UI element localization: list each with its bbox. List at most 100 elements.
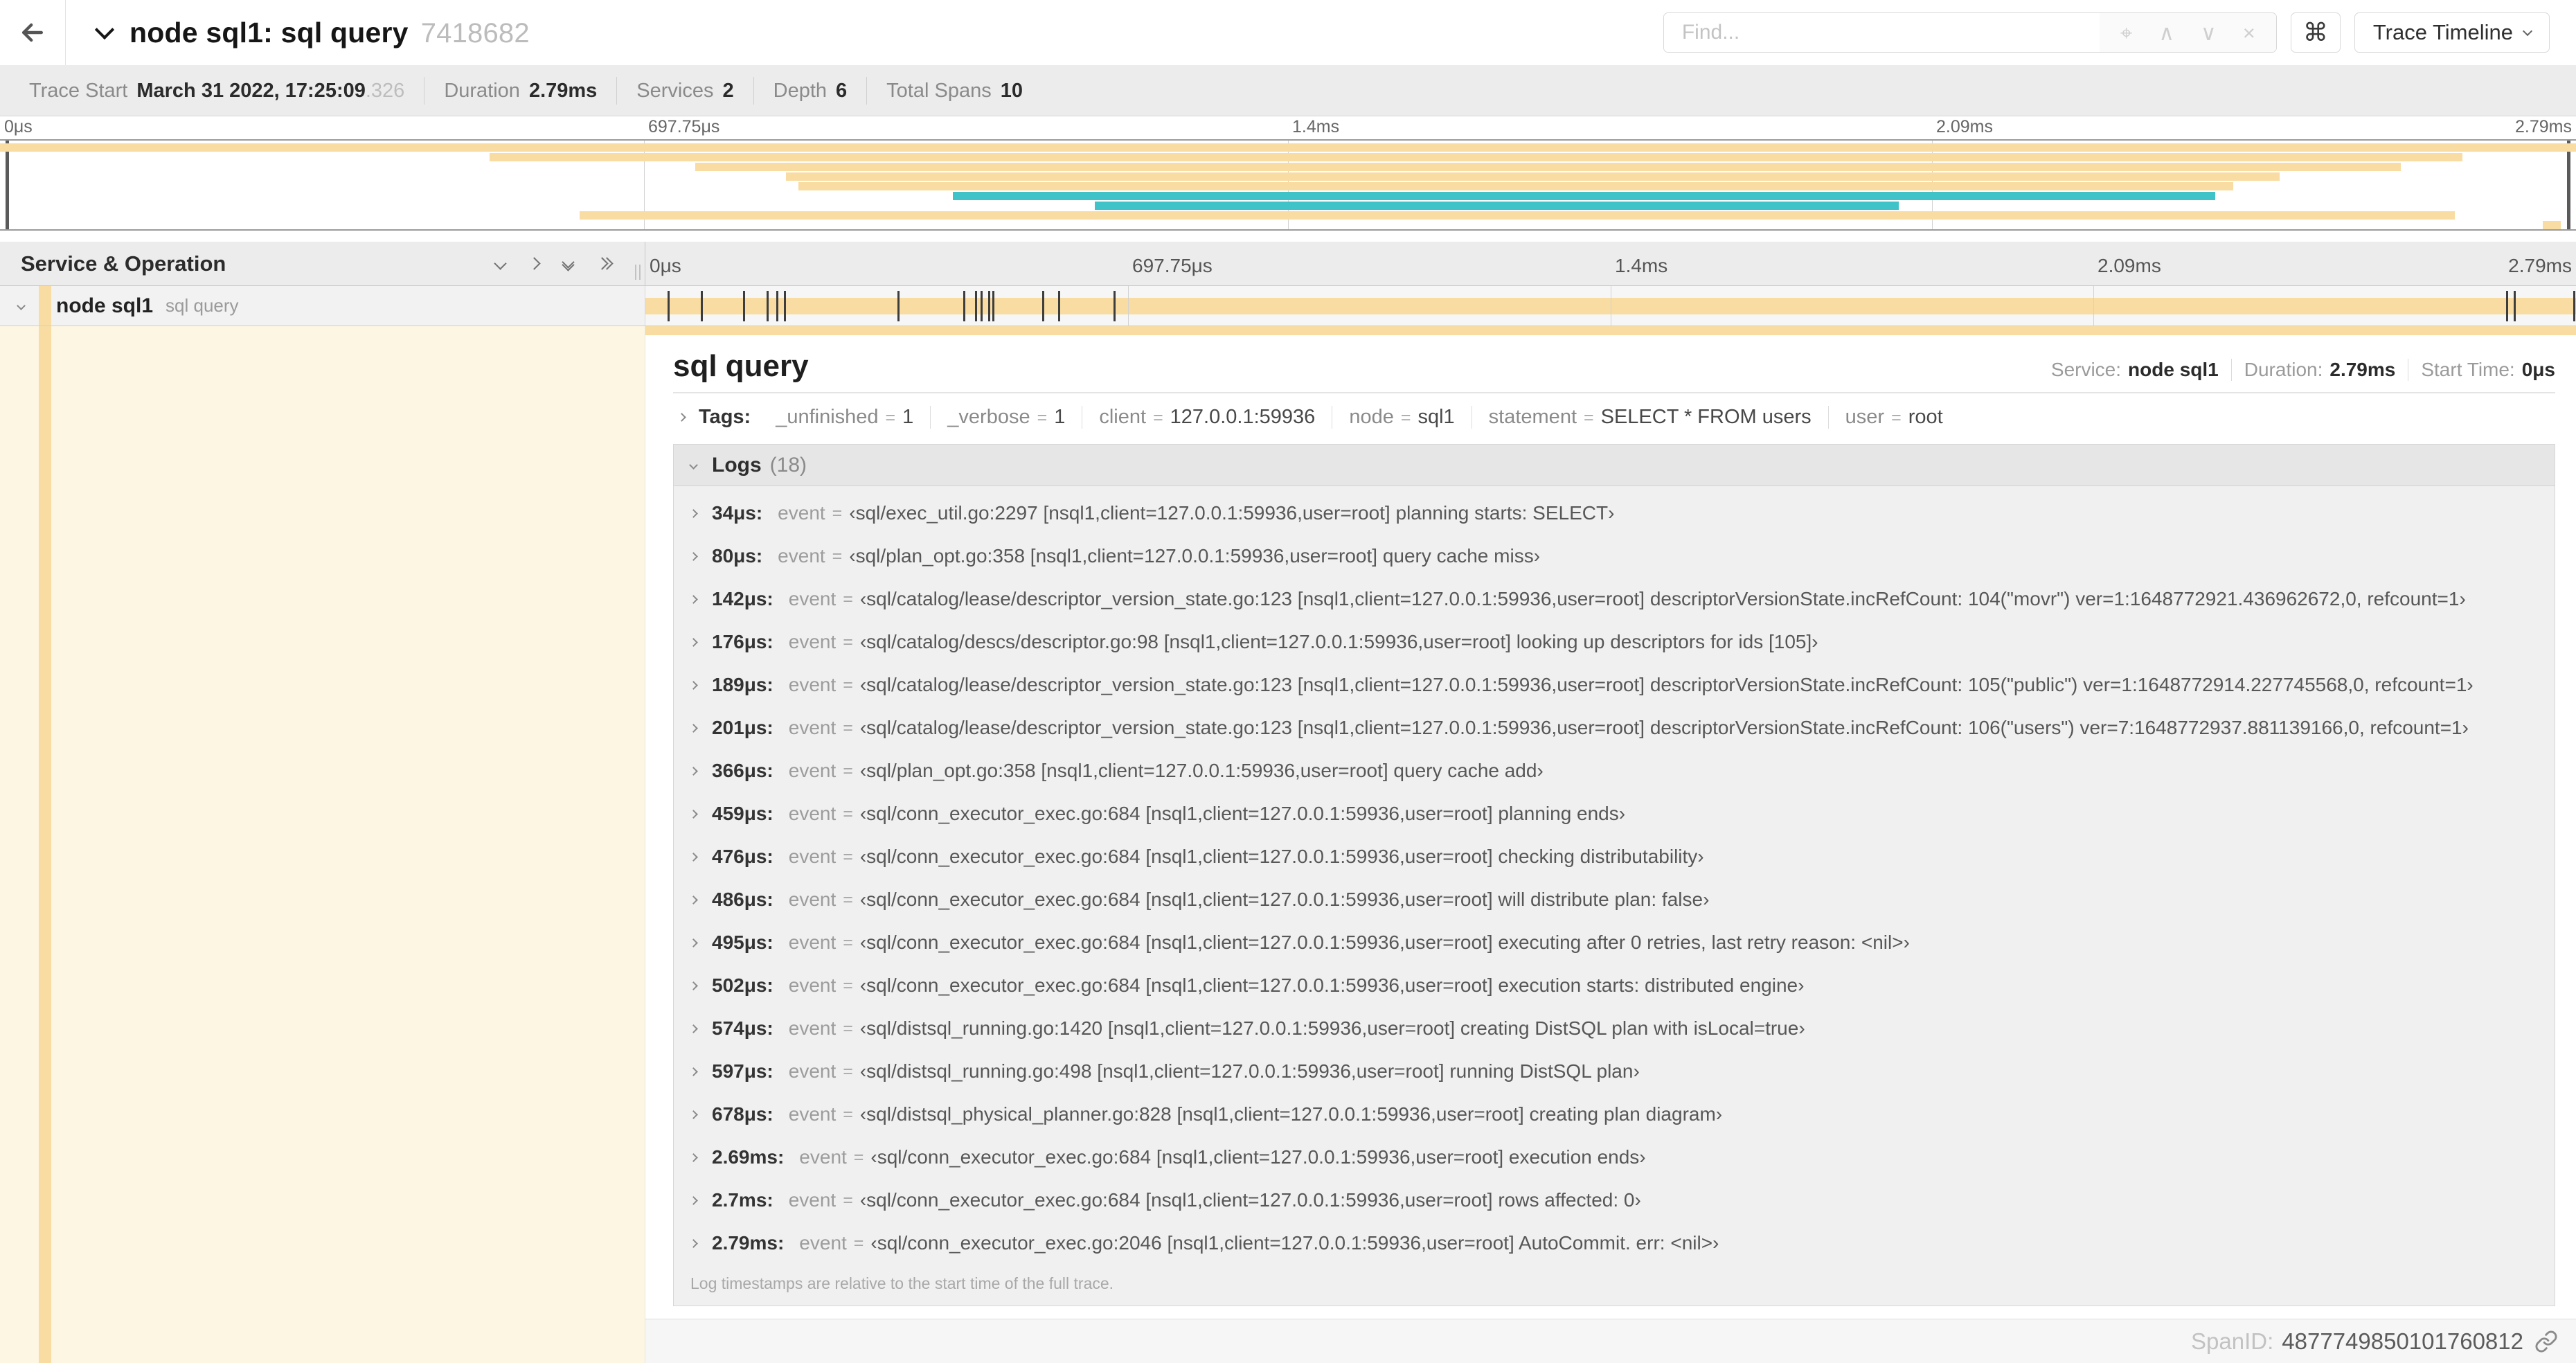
- log-row[interactable]: 2.79ms: event = ‹sql/conn_executor_exec.go:…: [674, 1222, 2555, 1265]
- back-arrow-icon: [21, 23, 44, 42]
- log-row[interactable]: 80μs: event = ‹sql/plan_opt.go:358 [nsql1,c…: [674, 535, 2555, 578]
- log-field-key: event: [799, 1232, 847, 1254]
- collapse-all-icon[interactable]: [562, 256, 575, 271]
- log-chevron-icon[interactable]: [689, 594, 698, 604]
- log-row[interactable]: 34μs: event = ‹sql/exec_util.go:2297 [nsql1…: [674, 492, 2555, 535]
- tag-equals: =: [1153, 408, 1163, 427]
- minimap-canvas[interactable]: [0, 139, 2576, 231]
- viewport-left-handle[interactable]: [6, 141, 9, 229]
- log-field-value: ‹sql/distsql_running.go:1420 [nsql1,clie…: [859, 1017, 1805, 1039]
- collapse-controls: [494, 256, 614, 271]
- log-chevron-icon[interactable]: [689, 895, 698, 905]
- locate-icon[interactable]: ⌖: [2120, 22, 2132, 44]
- log-row[interactable]: 2.69ms: event = ‹sql/conn_executor_exec.go:…: [674, 1136, 2555, 1179]
- page-title: node sql1: sql query 7418682: [129, 17, 530, 49]
- deep-link-icon[interactable]: [2534, 1330, 2558, 1353]
- log-chevron-icon[interactable]: [689, 938, 698, 947]
- summary-item-suffix: .326: [365, 80, 405, 102]
- log-row[interactable]: 459μs: event = ‹sql/conn_executor_exec.go:6…: [674, 792, 2555, 835]
- log-equals: =: [843, 1190, 853, 1210]
- log-chevron-icon[interactable]: [689, 1152, 698, 1162]
- expand-one-icon[interactable]: [528, 257, 541, 270]
- log-row[interactable]: 574μs: event = ‹sql/distsql_running.go:1420…: [674, 1007, 2555, 1050]
- log-marker-tick: [2513, 291, 2516, 321]
- logs-count: (18): [769, 453, 807, 476]
- span-collapse-chevron-icon[interactable]: [17, 301, 26, 310]
- tags-label: Tags:: [699, 406, 751, 428]
- log-field-key: event: [788, 803, 837, 824]
- back-button[interactable]: [0, 0, 66, 65]
- log-row[interactable]: 201μs: event = ‹sql/catalog/lease/descripto…: [674, 706, 2555, 749]
- log-timestamp: 80μs:: [712, 545, 763, 567]
- log-field-value: ‹sql/plan_opt.go:358 [nsql1,client=127.0…: [849, 545, 1541, 567]
- tags-accordion[interactable]: Tags: _unfinished = 1 _verbose = 1 client = 127.…: [674, 406, 2555, 429]
- log-row[interactable]: 495μs: event = ‹sql/conn_executor_exec.go:6…: [674, 921, 2555, 964]
- collapse-trace-chevron-icon[interactable]: [94, 19, 115, 40]
- log-chevron-icon[interactable]: [689, 809, 698, 819]
- log-chevron-icon[interactable]: [689, 1067, 698, 1076]
- tag-key: statement: [1488, 406, 1577, 428]
- log-field-value: ‹sql/conn_executor_exec.go:684 [nsql1,cl…: [859, 1189, 1641, 1211]
- find-input[interactable]: [1663, 13, 2100, 52]
- clear-find-icon[interactable]: ×: [2243, 22, 2255, 44]
- collapse-one-icon[interactable]: [494, 257, 507, 270]
- tag-item: statement = SELECT * FROM users: [1471, 406, 1828, 429]
- column-resizer-handle[interactable]: [635, 265, 641, 280]
- span-row-name-cell[interactable]: node sql1 sql query: [0, 286, 645, 326]
- log-chevron-icon[interactable]: [689, 1195, 698, 1205]
- log-chevron-icon[interactable]: [689, 551, 698, 561]
- log-timestamp: 201μs:: [712, 717, 773, 738]
- keyboard-shortcuts-button[interactable]: ⌘: [2290, 12, 2341, 53]
- log-equals: =: [843, 932, 853, 952]
- tag-item: user = root: [1827, 406, 1960, 429]
- log-row[interactable]: 502μs: event = ‹sql/conn_executor_exec.go:6…: [674, 964, 2555, 1007]
- log-equals: =: [853, 1147, 864, 1167]
- viewport-right-handle[interactable]: [2567, 141, 2570, 229]
- trace-view-selector[interactable]: Trace Timeline: [2354, 12, 2550, 53]
- log-field-value: ‹sql/conn_executor_exec.go:684 [nsql1,cl…: [859, 846, 1704, 867]
- find-controls: ⌖ ∧ ∨ ×: [2099, 13, 2276, 52]
- log-chevron-icon[interactable]: [689, 981, 698, 990]
- log-row[interactable]: 176μs: event = ‹sql/catalog/descs/descripto…: [674, 621, 2555, 663]
- log-marker-tick: [1042, 291, 1045, 321]
- timeline-tick-label: 0μs: [650, 255, 681, 276]
- log-chevron-icon[interactable]: [689, 1238, 698, 1248]
- trace-name: node sql1: sql query: [129, 16, 409, 48]
- tag-key: _unfinished: [776, 406, 879, 428]
- summary-item: Services 2: [616, 77, 753, 105]
- log-field-value: ‹sql/catalog/lease/descriptor_version_st…: [859, 717, 2469, 738]
- span-row-timeline-cell[interactable]: [645, 286, 2576, 326]
- log-chevron-icon[interactable]: [689, 766, 698, 776]
- find-next-icon[interactable]: ∨: [2201, 22, 2217, 44]
- log-row[interactable]: 366μs: event = ‹sql/plan_opt.go:358 [nsql1,…: [674, 749, 2555, 792]
- log-row[interactable]: 189μs: event = ‹sql/catalog/lease/descripto…: [674, 663, 2555, 706]
- summary-item-value: 10: [1000, 80, 1023, 102]
- log-chevron-icon[interactable]: [689, 508, 698, 518]
- expand-all-icon[interactable]: [596, 257, 614, 270]
- log-chevron-icon[interactable]: [689, 680, 698, 690]
- log-row[interactable]: 2.7ms: event = ‹sql/conn_executor_exec.go:6…: [674, 1179, 2555, 1222]
- log-chevron-icon[interactable]: [689, 852, 698, 862]
- log-chevron-icon[interactable]: [689, 723, 698, 733]
- tags-chevron-icon[interactable]: [677, 413, 686, 422]
- logs-chevron-icon[interactable]: [689, 461, 698, 470]
- log-row[interactable]: 142μs: event = ‹sql/catalog/lease/descripto…: [674, 578, 2555, 621]
- log-row[interactable]: 678μs: event = ‹sql/distsql_physical_planne…: [674, 1093, 2555, 1136]
- log-marker-tick: [992, 291, 994, 321]
- log-equals: =: [832, 503, 843, 523]
- log-chevron-icon[interactable]: [689, 637, 698, 647]
- minimap-span-bar: [2542, 221, 2561, 229]
- logs-header[interactable]: Logs (18): [674, 445, 2555, 486]
- log-field-value: ‹sql/conn_executor_exec.go:2046 [nsql1,c…: [870, 1232, 1719, 1254]
- log-row[interactable]: 476μs: event = ‹sql/conn_executor_exec.go:6…: [674, 835, 2555, 878]
- log-chevron-icon[interactable]: [689, 1024, 698, 1033]
- log-marker-tick: [743, 291, 746, 321]
- log-equals: =: [843, 760, 853, 781]
- span-operation-title: sql query: [673, 349, 809, 383]
- span-detail-area: sql query Service: node sql1 Duration: 2.79…: [0, 326, 2576, 1363]
- log-row[interactable]: 486μs: event = ‹sql/conn_executor_exec.go:6…: [674, 878, 2555, 921]
- log-row[interactable]: 597μs: event = ‹sql/distsql_running.go:498 …: [674, 1050, 2555, 1093]
- find-prev-icon[interactable]: ∧: [2158, 22, 2174, 44]
- log-chevron-icon[interactable]: [689, 1110, 698, 1119]
- span-row[interactable]: node sql1 sql query: [0, 286, 2576, 326]
